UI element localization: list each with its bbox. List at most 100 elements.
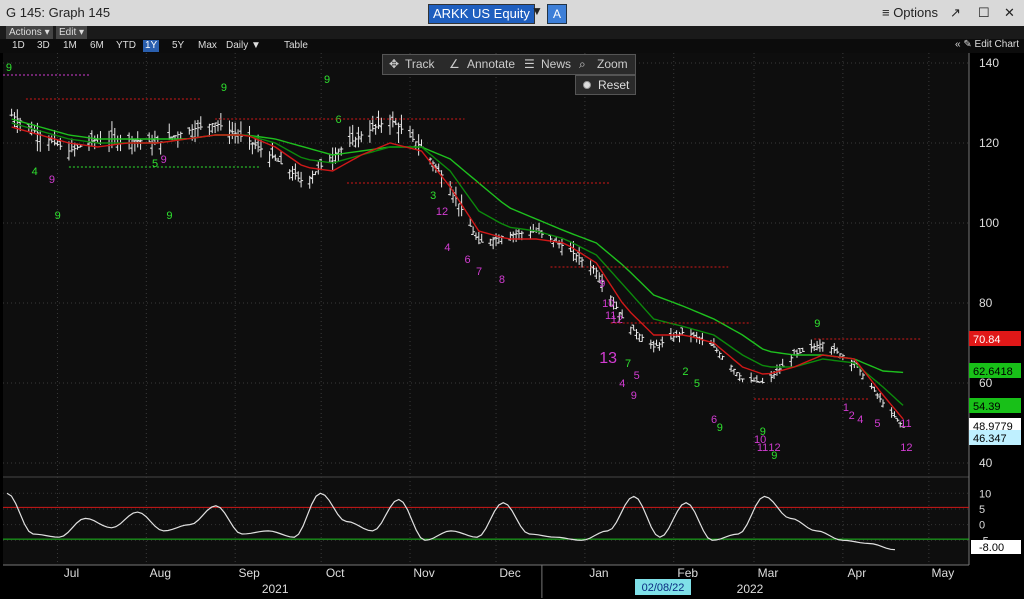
- menu-bar: Actions ▾ Edit ▾: [0, 26, 1024, 39]
- close-icon[interactable]: ✕: [1004, 5, 1015, 21]
- sequential-count: 4: [444, 242, 450, 254]
- x-tick-label: Nov: [413, 566, 434, 580]
- popout-icon[interactable]: ↗: [950, 5, 961, 21]
- mode-button[interactable]: A: [547, 4, 567, 24]
- range-max[interactable]: Max: [196, 40, 219, 52]
- sequential-count: 7: [476, 266, 482, 278]
- sequential-count: 3: [430, 190, 436, 202]
- edit-chart-button[interactable]: « ✎ Edit Chart: [955, 39, 1019, 50]
- sequential-count: 9: [49, 174, 55, 186]
- sequential-count: 11: [900, 418, 911, 430]
- sequential-count: 5: [634, 370, 640, 382]
- sequential-count: 9: [221, 82, 227, 94]
- price-chart[interactable]: 406080100120140Jul Aug Sep Oct Nov Dec Jan Feb M…: [3, 53, 1024, 599]
- actions-menu[interactable]: Actions ▾: [6, 26, 53, 39]
- x-tick-label: Jul: [64, 566, 79, 580]
- axis-bg: [969, 53, 1024, 599]
- y-tick-label: 60: [979, 376, 993, 390]
- sequential-count: 12: [611, 314, 623, 326]
- annotate-icon[interactable]: ∠: [449, 57, 460, 71]
- y-tick-label: 40: [979, 456, 993, 470]
- sequential-count: 9: [324, 74, 330, 86]
- maximize-icon[interactable]: ☐: [978, 5, 990, 21]
- price-label: 54.39: [973, 401, 1001, 413]
- sequential-count: 5: [694, 378, 700, 390]
- sequential-count: 8: [499, 274, 505, 286]
- reset-icon: [583, 81, 591, 89]
- sequential-count: 9: [161, 154, 167, 166]
- price-label: 46.347: [973, 433, 1007, 445]
- price-label: 70.84: [973, 334, 1001, 346]
- osc-tick-label: 0: [979, 520, 985, 532]
- x-tick-label: Mar: [758, 566, 779, 580]
- x-tick-label: Oct: [326, 566, 345, 580]
- ticker-field[interactable]: ARKK US Equity: [428, 4, 535, 24]
- window-title: G 145: Graph 145: [6, 5, 111, 20]
- x-tick-label: May: [932, 566, 955, 580]
- x-tick-label: Apr: [848, 566, 867, 580]
- range-1d[interactable]: 1D: [10, 40, 27, 52]
- x-tick-label: Aug: [150, 566, 171, 580]
- range-ytd[interactable]: YTD: [114, 40, 138, 52]
- range-6m[interactable]: 6M: [88, 40, 106, 52]
- y-tick-label: 140: [979, 56, 999, 70]
- sequential-count: 9: [55, 210, 61, 222]
- sequential-count: 4: [32, 166, 38, 178]
- oscillator-panel-bg: [3, 478, 969, 565]
- sequential-count: 10: [602, 298, 614, 310]
- sequential-count: 6: [336, 114, 342, 126]
- chart-toolbox: ✥ Track ∠ Annotate ☰ News ⌕ Zoom: [382, 54, 636, 75]
- price-panel-bg: [3, 53, 969, 476]
- table-button[interactable]: Table: [282, 40, 310, 52]
- news-button[interactable]: News: [541, 57, 571, 71]
- sequential-count: 4: [619, 378, 625, 390]
- track-button[interactable]: Track: [405, 57, 435, 71]
- sequential-count: 13: [599, 350, 617, 367]
- range-3d[interactable]: 3D: [35, 40, 52, 52]
- x-tick-label: Jan: [589, 566, 608, 580]
- sequential-count: 6: [465, 254, 471, 266]
- ticker-dropdown-icon[interactable]: ▼: [531, 4, 543, 18]
- osc-last-label: -8.00: [979, 542, 1004, 554]
- sequential-count: 2: [849, 410, 855, 422]
- sequential-count: 9: [771, 450, 777, 462]
- osc-tick-label: 10: [979, 488, 991, 500]
- range-1m[interactable]: 1M: [61, 40, 79, 52]
- edit-menu[interactable]: Edit ▾: [56, 26, 88, 39]
- x-tick-label: Feb: [677, 566, 698, 580]
- zoom-button[interactable]: Zoom: [597, 57, 628, 71]
- y-tick-label: 120: [979, 136, 999, 150]
- price-label: 62.6418: [973, 366, 1013, 378]
- sequential-count: 4: [857, 414, 863, 426]
- y-tick-label: 100: [979, 216, 999, 230]
- osc-tick-label: 5: [979, 504, 985, 516]
- x-tick-label: Sep: [239, 566, 261, 580]
- sequential-count: 2: [682, 366, 688, 378]
- range-1y[interactable]: 1Y: [143, 40, 160, 52]
- year-label: 2021: [262, 582, 289, 596]
- sequential-count: 5: [152, 158, 158, 170]
- period-select[interactable]: Daily ▼: [224, 40, 263, 52]
- options-button[interactable]: ≡ Options: [882, 5, 938, 20]
- cursor-date-label: 02/08/22: [642, 582, 685, 594]
- year-label: 2022: [737, 582, 764, 596]
- zoom-icon[interactable]: ⌕: [579, 57, 586, 72]
- sequential-count: 9: [166, 210, 172, 222]
- track-icon[interactable]: ✥: [389, 57, 399, 71]
- reset-label: Reset: [598, 78, 630, 92]
- sequential-count: 9: [717, 422, 723, 434]
- y-tick-label: 80: [979, 296, 993, 310]
- x-tick-label: Dec: [499, 566, 520, 580]
- sequential-count: 5: [874, 418, 880, 430]
- sequential-count: 9: [599, 278, 605, 290]
- reset-button[interactable]: Reset: [575, 75, 636, 95]
- sequential-count: 9: [6, 62, 12, 74]
- annotate-button[interactable]: Annotate: [467, 57, 515, 71]
- sequential-count: 12: [900, 442, 912, 454]
- sequential-count: 9: [631, 390, 637, 402]
- news-icon[interactable]: ☰: [524, 57, 535, 71]
- range-bar: 1D 3D 1M 6M YTD 1Y 5Y Max Daily ▼ Table: [0, 39, 1024, 53]
- sequential-count: 11: [757, 442, 768, 454]
- title-bar: G 145: Graph 145 ARKK US Equity ▼ A ≡ Op…: [0, 0, 1024, 26]
- range-5y[interactable]: 5Y: [170, 40, 186, 52]
